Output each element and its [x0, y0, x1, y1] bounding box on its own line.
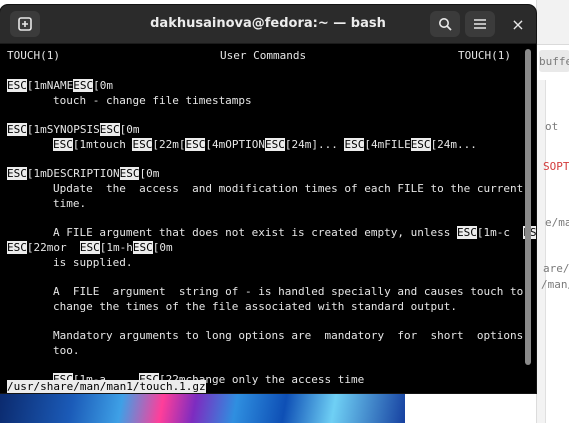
background-text: are/man — [543, 262, 569, 275]
man-header-left: TOUCH(1) — [7, 49, 60, 62]
esc-marker: ESC — [7, 79, 27, 92]
man-name-body: touch - change file timestamps — [53, 94, 252, 107]
search-button[interactable] — [430, 11, 460, 37]
search-icon — [439, 18, 452, 31]
menu-button[interactable] — [465, 11, 495, 37]
man-section-description: ESC[1mDESCRIPTIONESC[0m — [7, 167, 159, 181]
background-window-titlebar — [537, 0, 569, 45]
esc-marker: ESC — [119, 167, 140, 180]
desktop-wallpaper — [0, 393, 405, 423]
text: [0m — [119, 123, 140, 136]
background-text: ot — [545, 120, 559, 133]
man-section-synopsis: ESC[1mSYNOPSISESC[0m — [7, 123, 139, 137]
esc-marker: ESC — [185, 138, 206, 151]
close-icon: × — [511, 14, 525, 34]
text: [1m-h — [99, 241, 133, 254]
man-text-line: is supplied. — [53, 256, 133, 269]
esc-marker: ESC — [79, 241, 100, 254]
hamburger-menu-icon — [474, 19, 486, 29]
man-text-line: too. — [53, 344, 80, 357]
esc-marker: ESC — [53, 138, 73, 151]
man-synopsis-body: ESC[1mtouch ESC[22m[ESC[4mOPTIONESC[24m]… — [53, 138, 477, 152]
pager-status-line: /usr/share/man/man1/touch.1.gz — [7, 380, 206, 393]
text: [1m-c — [476, 226, 524, 239]
man-text-line: ESC[22mor ESC[1m-hESC[0m — [7, 241, 173, 255]
esc-marker: ESC — [456, 226, 477, 239]
background-window: buffers ot SOPTAR e/man/ are/man /man/n — [536, 0, 569, 423]
text: [24m]... — [284, 138, 345, 151]
text: [1mSYNOPSIS — [26, 123, 100, 136]
esc-marker: ESC — [7, 241, 27, 254]
man-text-line: change the times of the file associated … — [53, 300, 457, 313]
esc-marker: ESC — [7, 123, 27, 136]
text: A FILE argument that does not exist is c… — [53, 226, 457, 239]
esc-marker: ESC — [344, 138, 365, 151]
esc-marker: ESC — [264, 138, 285, 151]
text: [1mDESCRIPTION — [26, 167, 120, 180]
man-text-line: A FILE argument that does not exist is c… — [53, 226, 536, 240]
text: [22m[ — [152, 138, 186, 151]
esc-marker: ESC — [132, 138, 153, 151]
man-header-right: TOUCH(1) — [458, 49, 511, 62]
background-text: /man/n — [541, 278, 569, 291]
text: [0m — [139, 167, 160, 180]
man-section-name: ESC[1mNAMEESC[0m — [7, 79, 113, 93]
text: [4mFILE — [364, 138, 411, 151]
man-text-line: A FILE argument string of - is handled s… — [53, 285, 524, 298]
esc-marker: ESC — [7, 167, 27, 180]
text: [0m — [93, 79, 113, 92]
text: [22mor — [26, 241, 80, 254]
text: [1mtouch — [72, 138, 133, 151]
background-text: e/man/ — [545, 216, 569, 229]
text: [1mNAME — [26, 79, 74, 92]
esc-marker: ESC — [410, 138, 431, 151]
esc-marker: ESC — [99, 123, 120, 136]
titlebar[interactable]: dakhusainova@fedora:~ — bash × — [0, 5, 536, 44]
man-header-center: User Commands — [220, 49, 307, 62]
text: [4mOPTION — [205, 138, 265, 151]
man-text-line: Update the access and modification times… — [53, 182, 524, 195]
man-text-line: time. — [53, 197, 87, 210]
close-button[interactable]: × — [503, 11, 533, 37]
esc-marker: ESC — [132, 241, 153, 254]
esc-marker: ESC — [73, 79, 94, 92]
text: [24m... — [430, 138, 477, 151]
text: [0m — [152, 241, 173, 254]
terminal-window[interactable]: dakhusainova@fedora:~ — bash × TOUCH(1) … — [0, 5, 536, 393]
background-text: SOPTAR — [543, 160, 569, 173]
terminal-output[interactable]: TOUCH(1) User Commands TOUCH(1) ESC[1mNA… — [0, 43, 536, 393]
man-text-line: Mandatory arguments to long options are … — [53, 329, 524, 342]
scrollbar[interactable] — [525, 49, 531, 365]
status-text: /usr/share/man/man1/touch.1.gz — [7, 380, 206, 393]
background-text: buffers — [539, 55, 569, 68]
